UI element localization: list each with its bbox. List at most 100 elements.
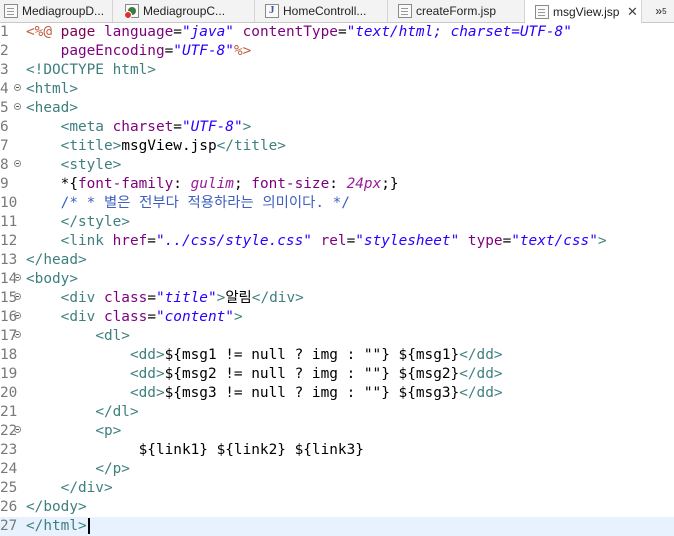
code-token: <title> <box>60 138 122 154</box>
code-line[interactable]: 22 <p> <box>0 422 674 441</box>
tab-label: MediagroupD... <box>22 4 105 18</box>
code-line[interactable]: 1 <%@ page language="java" contentType="t… <box>0 23 674 42</box>
line-number: 23 <box>0 442 18 458</box>
code-line[interactable]: 18 <dd>${msg1 != null ? img : ""} ${msg1… <box>0 346 674 365</box>
code-token: 알림 <box>225 290 252 306</box>
fold-toggle-icon[interactable] <box>14 426 21 433</box>
code-line[interactable]: 5 <head> <box>0 99 674 118</box>
code-token: <style> <box>60 157 122 173</box>
code-line[interactable]: 21 </dl> <box>0 403 674 422</box>
line-number: 21 <box>0 404 18 420</box>
code-line[interactable]: 23 ${link1} ${link2} ${link3} <box>0 441 674 460</box>
code-line[interactable]: 17 <dl> <box>0 327 674 346</box>
fold-toggle-icon[interactable] <box>14 331 21 338</box>
code-line[interactable]: 2 pageEncoding="UTF-8"%> <box>0 42 674 61</box>
code-editor[interactable]: 1 <%@ page language="java" contentType="t… <box>0 23 674 536</box>
line-number: 15 <box>0 290 18 306</box>
code-token: "text/html; charset=UTF-8" <box>346 24 572 40</box>
code-token: = <box>173 24 182 40</box>
code-line[interactable]: 25 </div> <box>0 479 674 498</box>
line-number: 27 <box>0 518 18 534</box>
tab-homecontroller[interactable]: HomeControll... <box>255 0 388 22</box>
code-token: > <box>216 290 226 306</box>
tab-createform[interactable]: createForm.jsp <box>388 0 525 22</box>
code-text: </body> <box>26 498 87 517</box>
code-token: page <box>60 24 104 40</box>
code-line[interactable]: 6 <meta charset="UTF-8"> <box>0 118 674 137</box>
code-line[interactable]: 11 </style> <box>0 213 674 232</box>
code-token: = <box>502 233 512 249</box>
code-line[interactable]: 8 <style> <box>0 156 674 175</box>
code-text: <head> <box>26 99 78 118</box>
code-text: <dd>${msg2 != null ? img : ""} ${msg2}</… <box>26 365 503 384</box>
code-line[interactable]: 10 /* * 별은 전부다 적용하라는 의미이다. */ <box>0 194 674 213</box>
code-line[interactable]: 13 </head> <box>0 251 674 270</box>
code-line[interactable]: 19 <dd>${msg2 != null ? img : ""} ${msg2… <box>0 365 674 384</box>
code-token: ${link1} ${link2} ${link3} <box>26 442 364 458</box>
code-line[interactable]: 24 </p> <box>0 460 674 479</box>
code-token: </p> <box>95 461 130 477</box>
code-line[interactable]: 12 <link href="../css/style.css" rel="st… <box>0 232 674 251</box>
code-text: <style> <box>26 156 122 175</box>
code-token: </div> <box>251 290 304 306</box>
code-token: pageEncoding <box>60 43 165 59</box>
code-token: "text/css" <box>511 233 598 249</box>
code-token: font-size <box>251 176 330 192</box>
code-token: : <box>173 176 191 192</box>
code-token: msgView.jsp <box>121 138 217 154</box>
code-token: charset <box>112 119 174 135</box>
code-token: ${msg2 != null ? img : ""} ${msg2} <box>164 366 460 382</box>
code-line[interactable]: 3 <!DOCTYPE html> <box>0 61 674 80</box>
code-token: = <box>147 290 156 306</box>
line-number: 5 <box>0 100 9 116</box>
fold-toggle-icon[interactable] <box>14 293 21 300</box>
fold-toggle-icon[interactable] <box>14 103 21 110</box>
code-text: </head> <box>26 251 87 270</box>
fold-toggle-icon[interactable] <box>14 160 21 167</box>
code-line[interactable]: 20 <dd>${msg3 != null ? img : ""} ${msg3… <box>0 384 674 403</box>
code-token: 24px <box>346 176 382 192</box>
code-line[interactable]: 27 </html> <box>0 517 674 536</box>
code-token: > <box>233 309 243 325</box>
code-token: = <box>164 43 174 59</box>
code-line[interactable]: 4 <html> <box>0 80 674 99</box>
code-token: </head> <box>26 252 87 268</box>
code-line[interactable]: 9 *{font-family: gulim; font-size: 24px;… <box>0 175 674 194</box>
tab-msgview[interactable]: msgView.jsp ✕ <box>525 0 642 23</box>
tab-overflow-button[interactable]: » 5 <box>648 0 674 22</box>
fold-toggle-icon[interactable] <box>14 84 21 91</box>
code-text: <div class="content"> <box>26 308 243 327</box>
tab-mediagroupc[interactable]: MediagroupC... <box>113 0 255 22</box>
code-token: <dd> <box>129 347 165 363</box>
code-line[interactable]: 16 <div class="content"> <box>0 308 674 327</box>
code-token: = <box>337 24 347 40</box>
code-text: <!DOCTYPE html> <box>26 61 156 80</box>
code-token: font-family <box>77 176 174 192</box>
code-text: </div> <box>26 479 113 498</box>
code-token: </dl> <box>95 404 139 420</box>
tab-mediagroupd[interactable]: MediagroupD... <box>0 0 113 22</box>
code-token: </html> <box>26 518 87 534</box>
jsp-file-icon <box>535 4 549 19</box>
fold-toggle-icon[interactable] <box>14 274 21 281</box>
code-line[interactable]: 26 </body> <box>0 498 674 517</box>
code-line[interactable]: 7 <title>msgView.jsp</title> <box>0 137 674 156</box>
code-line[interactable]: 14 <body> <box>0 270 674 289</box>
code-token: "java" <box>181 24 234 40</box>
code-token: "UTF-8" <box>181 119 243 135</box>
close-icon[interactable]: ✕ <box>625 4 639 20</box>
line-number: 1 <box>0 24 9 40</box>
code-token: language <box>103 24 174 40</box>
code-line[interactable]: 15 <div class="title">알림</div> <box>0 289 674 308</box>
fold-toggle-icon[interactable] <box>14 312 21 319</box>
code-token: "content" <box>155 309 234 325</box>
